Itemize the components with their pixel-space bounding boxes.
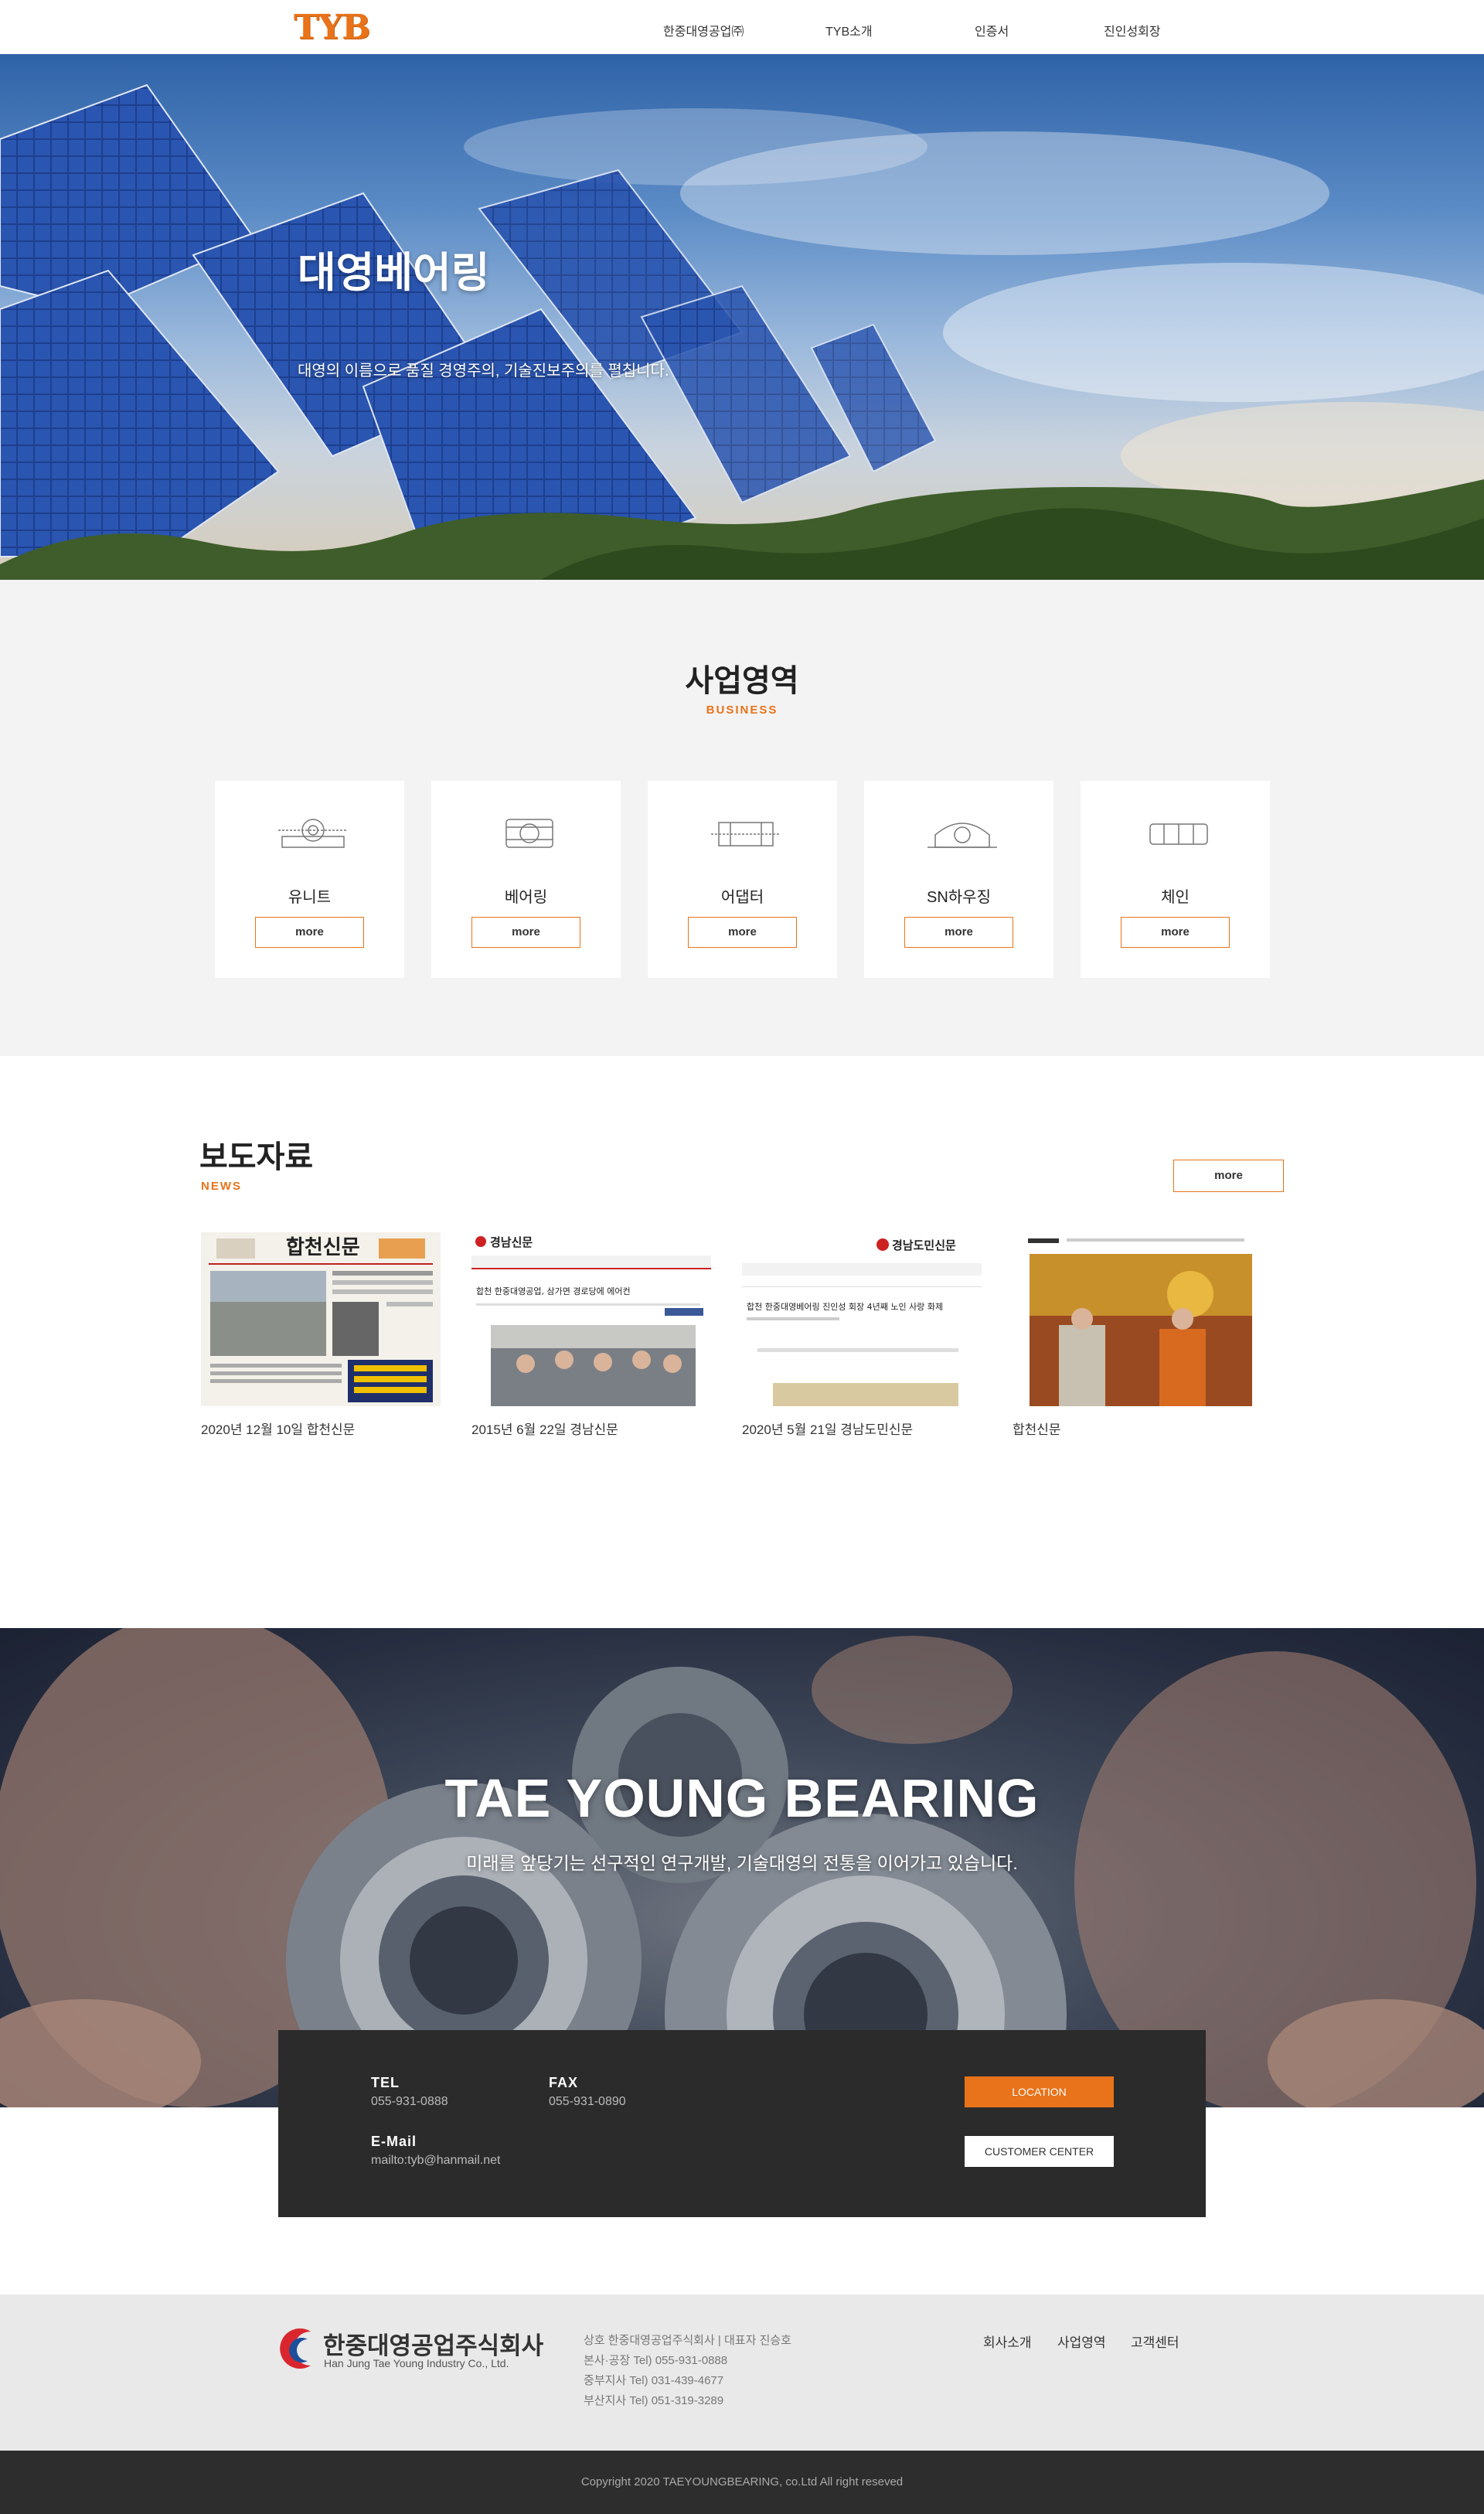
footer-link-about[interactable]: 회사소개 — [983, 2332, 1032, 2351]
card-label: 어댑터 — [720, 889, 764, 906]
business-card-bearing: 베어링 more — [431, 781, 621, 978]
news-thumbnail[interactable] — [1013, 1232, 1252, 1406]
logo[interactable]: TYB — [294, 8, 370, 47]
fax-value: 055-931-0890 — [549, 2095, 626, 2108]
news-thumbnail[interactable]: 합천신문 — [201, 1232, 441, 1406]
news-title: 보도자료 — [199, 1140, 314, 1174]
email-label: E-Mail — [371, 2134, 417, 2149]
nav-item-company[interactable]: 한중대영공업㈜ — [663, 21, 744, 39]
brand-title: TAE YOUNG BEARING — [444, 1768, 1040, 1828]
news-section: 보도자료 NEWS more 합천신문 2020년 12월 10일 합천신문 경… — [0, 1056, 1484, 1628]
chain-more-button[interactable]: more — [1121, 917, 1230, 948]
headline-text: 합천 한중대영베어링 진인성 회장 4년째 노인 사랑 화제 — [747, 1301, 943, 1312]
business-title: 사업영역 — [685, 664, 799, 698]
tel-value: 055-931-0888 — [371, 2095, 448, 2108]
solar-panels-image — [0, 83, 1484, 580]
business-card-adapter: 어댑터 more — [648, 781, 837, 978]
site-header: TYB 한중대영공업㈜ TYB소개 인증서 진인성회장 — [0, 0, 1484, 54]
unit-more-button[interactable]: more — [255, 917, 364, 948]
footer-info-line: 중부지사 Tel) 031-439-4677 — [584, 2374, 724, 2387]
hero-banner: 대영베어링 대영의 이름으로 품질 경영주의, 기술진보주의를 펼칩니다. — [0, 54, 1484, 580]
footer-info-line: 본사·공장 Tel) 055-931-0888 — [584, 2354, 728, 2367]
business-card-chain: 체인 more — [1081, 781, 1270, 978]
bearing-drawing-icon — [505, 819, 553, 848]
site-footer: 한중대영공업주식회사 Han Jung Tae Young Industry C… — [0, 2294, 1484, 2451]
business-section: 사업영역 BUSINESS 유니트 more 베어링 more 어댑터 more… — [0, 580, 1484, 1056]
nav-item-certificates[interactable]: 인증서 — [975, 21, 1009, 39]
news-caption: 2020년 5월 21일 경남도민신문 — [742, 1422, 914, 1437]
news-item[interactable]: 합천신문 2020년 12월 10일 합천신문 — [201, 1232, 441, 1438]
news-thumbnail[interactable]: 경남도민신문 합천 한중대영베어링 진인성 회장 4년째 노인 사랑 화제 — [742, 1232, 982, 1406]
business-subtitle: BUSINESS — [706, 703, 778, 717]
sn-housing-more-button[interactable]: more — [904, 917, 1013, 948]
news-caption: 2015년 6월 22일 경남신문 — [471, 1422, 618, 1437]
chain-drawing-icon — [1149, 823, 1208, 845]
card-label: SN하우징 — [927, 889, 991, 906]
hero-title: 대영베어링 — [298, 250, 490, 296]
card-label: 유니트 — [288, 889, 332, 906]
tel-label: TEL — [371, 2075, 400, 2090]
news-item[interactable]: 합천신문 — [1013, 1232, 1252, 1438]
news-item[interactable]: 경남신문 합천 한중대영공업, 삼가면 경로당에 에어컨 2015년 6월 22… — [471, 1232, 711, 1438]
business-card-unit: 유니트 more — [215, 781, 404, 978]
company-logo-icon — [280, 2328, 311, 2369]
adapter-more-button[interactable]: more — [688, 917, 797, 948]
news-more-button[interactable]: more — [1173, 1160, 1284, 1192]
unit-drawing-icon — [278, 819, 348, 848]
company-name-en: Han Jung Tae Young Industry Co., Ltd. — [324, 2357, 509, 2369]
contact-box: TEL 055-931-0888 FAX 055-931-0890 E-Mail… — [278, 2030, 1206, 2217]
location-button[interactable]: LOCATION — [965, 2076, 1114, 2107]
card-label: 베어링 — [504, 889, 548, 906]
news-subtitle: NEWS — [201, 1180, 242, 1193]
news-thumbnail[interactable]: 경남신문 합천 한중대영공업, 삼가면 경로당에 에어컨 — [471, 1232, 711, 1406]
business-card-sn-housing: SN하우징 more — [864, 781, 1053, 978]
card-label: 체인 — [1161, 889, 1190, 906]
email-link[interactable]: mailto:tyb@hanmail.net — [371, 2154, 500, 2168]
bearing-more-button[interactable]: more — [471, 917, 580, 948]
nav-item-chairman[interactable]: 진인성회장 — [1104, 21, 1161, 39]
copyright: Copyright 2020 TAEYOUNGBEARING, co.Ltd A… — [0, 2451, 1484, 2514]
masthead-text: 합천신문 — [286, 1236, 360, 1259]
news-caption: 2020년 12월 10일 합천신문 — [201, 1422, 356, 1437]
nav-item-about[interactable]: TYB소개 — [825, 21, 873, 39]
company-name-kr: 한중대영공업주식회사 — [323, 2332, 544, 2359]
masthead-text: 경남신문 — [490, 1235, 533, 1249]
news-item[interactable]: 경남도민신문 합천 한중대영베어링 진인성 회장 4년째 노인 사랑 화제 20… — [742, 1232, 982, 1438]
footer-info-line: 상호 한중대영공업주식회사 | 대표자 진승호 — [584, 2334, 791, 2347]
news-caption: 합천신문 — [1013, 1422, 1061, 1437]
customer-center-button[interactable]: CUSTOMER CENTER — [965, 2136, 1114, 2167]
footer-info-line: 부산지사 Tel) 051-319-3289 — [584, 2394, 724, 2407]
adapter-drawing-icon — [711, 822, 781, 847]
brand-subtitle: 미래를 앞당기는 선구적인 연구개발, 기술대영의 전통을 이어가고 있습니다. — [466, 1853, 1018, 1873]
footer-link-business[interactable]: 사업영역 — [1057, 2332, 1106, 2351]
fax-label: FAX — [549, 2075, 579, 2090]
headline-text: 합천 한중대영공업, 삼가면 경로당에 에어컨 — [476, 1286, 631, 1296]
hero-subtitle: 대영의 이름으로 품질 경영주의, 기술진보주의를 펼칩니다. — [298, 363, 669, 380]
sn-housing-drawing-icon — [928, 823, 997, 848]
footer-link-support[interactable]: 고객센터 — [1131, 2332, 1179, 2351]
masthead-text: 경남도민신문 — [892, 1238, 956, 1252]
